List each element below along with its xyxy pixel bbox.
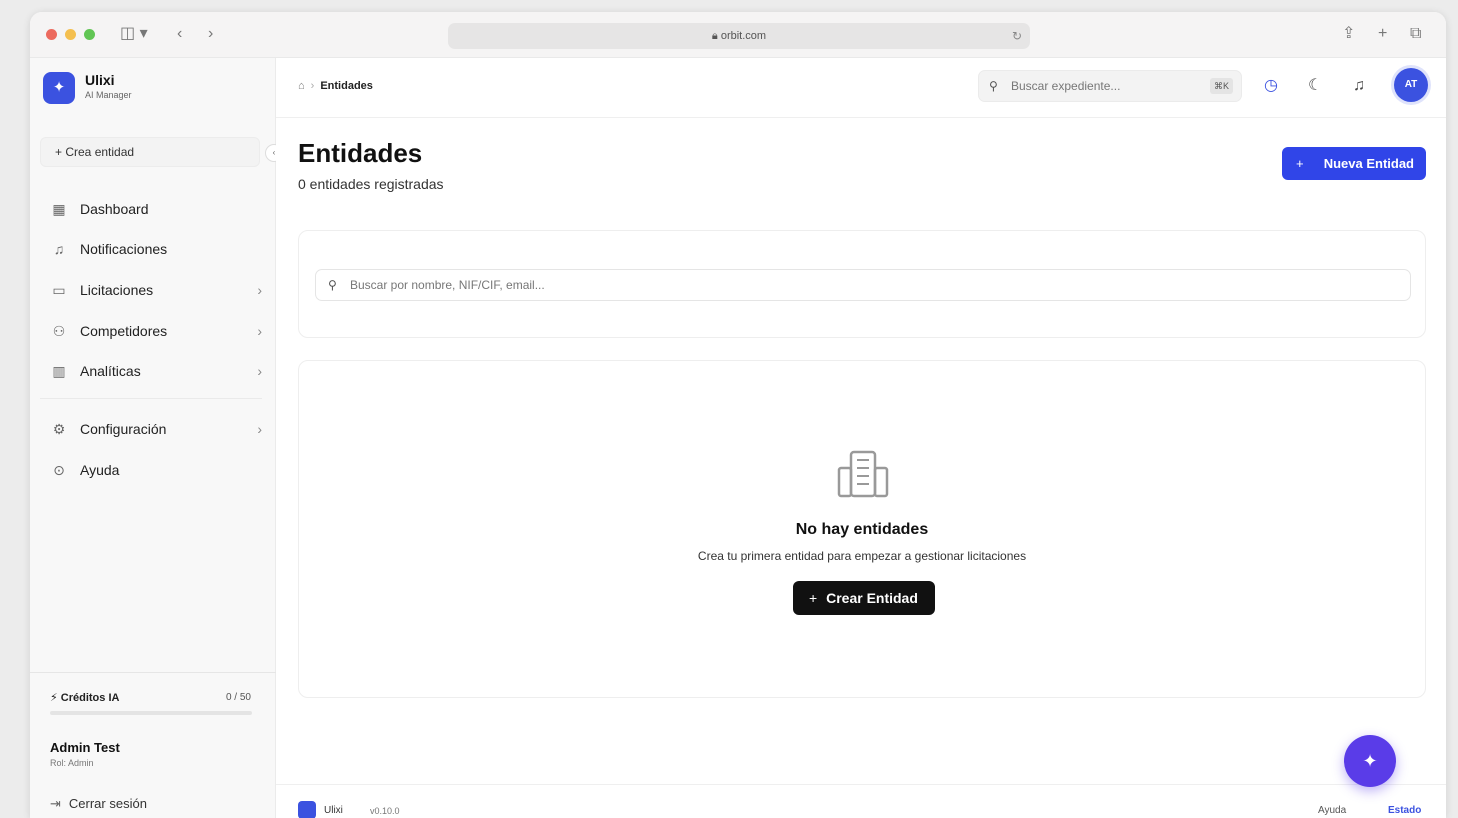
- chevron-right-icon: ›: [257, 363, 262, 379]
- minimize-window-button[interactable]: [65, 29, 76, 40]
- search-placeholder: Buscar expediente...: [1011, 79, 1121, 93]
- brand-subtitle: AI Manager: [85, 90, 132, 100]
- chart-icon: ▥: [52, 363, 66, 379]
- user-role: Rol: Admin: [50, 758, 94, 768]
- chevron-right-icon: ›: [257, 421, 262, 437]
- empty-state-description: Crea tu primera entidad para empezar a g…: [697, 549, 1027, 563]
- bell-icon: ♫: [53, 241, 65, 257]
- empty-state-title: No hay entidades: [795, 521, 929, 538]
- main-content: ⌂ › Entidades ⚲ Buscar expediente... ⌘K ◷ …: [276, 58, 1446, 818]
- plus-icon: +: [1296, 156, 1304, 171]
- topbar: ⌂ › Entidades ⚲ Buscar expediente... ⌘K ◷ …: [276, 58, 1446, 118]
- create-entity-cta-label: Crear Entidad: [826, 590, 918, 606]
- breadcrumb-separator: ›: [310, 80, 315, 92]
- forward-icon[interactable]: ›: [208, 24, 213, 44]
- sidebar-item-ayuda[interactable]: ⊙ Ayuda: [40, 454, 262, 486]
- sidebar-item-label: Analíticas: [80, 363, 141, 379]
- search-shortcut-badge: ⌘K: [1209, 78, 1233, 94]
- footer-logo: [298, 801, 316, 818]
- ai-assistant-button[interactable]: ✦: [1344, 735, 1396, 787]
- credits-label: ⚡ Créditos IA: [50, 691, 119, 704]
- search-icon: ⚲: [328, 278, 337, 292]
- tabs-overview-icon[interactable]: ⧉: [1410, 24, 1421, 44]
- users-icon: ⚇: [52, 323, 66, 339]
- chevron-right-icon: ›: [257, 282, 262, 298]
- logout-label: Cerrar sesión: [68, 796, 147, 811]
- create-entity-cta-button[interactable]: + Crear Entidad: [793, 581, 935, 615]
- briefcase-icon: ▭: [52, 282, 66, 298]
- sidebar-item-label: Configuración: [80, 421, 167, 437]
- url-text: orbit.com: [720, 30, 767, 42]
- sparkle-icon: ⚡: [50, 692, 61, 704]
- sidebar-bottom-divider: [30, 672, 276, 673]
- search-icon: ⚲: [989, 79, 998, 93]
- help-icon: ⊙: [53, 462, 65, 478]
- breadcrumb: ⌂ › Entidades: [298, 80, 373, 92]
- sidebar-item-label: Ayuda: [80, 462, 120, 478]
- footer-help-link[interactable]: Ayuda: [1318, 805, 1346, 816]
- share-icon[interactable]: ⇪: [1342, 24, 1355, 44]
- credits-progress-bar: [50, 711, 252, 715]
- maximize-window-button[interactable]: [84, 29, 95, 40]
- entity-search-input[interactable]: ⚲ Buscar por nombre, NIF/CIF, email...: [315, 269, 1411, 301]
- footer-version: v0.10.0: [370, 806, 400, 816]
- create-entity-label: Crea entidad: [65, 145, 135, 159]
- chevron-right-icon: ›: [257, 323, 262, 339]
- credits-label-text: Créditos IA: [60, 692, 120, 704]
- logout-icon: ⇥: [50, 796, 61, 811]
- sparkle-icon: ✦: [1362, 751, 1378, 771]
- sidebar: ✦ Ulixi AI Manager + Crea entidad ‹ ▦ Da…: [30, 58, 283, 818]
- new-tab-icon[interactable]: +: [1378, 24, 1387, 44]
- brand-name: Ulixi: [85, 72, 115, 88]
- create-entity-button[interactable]: + Crea entidad: [40, 137, 260, 167]
- sidebar-item-label: Licitaciones: [80, 282, 154, 298]
- sidebar-toggle-icon[interactable]: ◫ ▾: [120, 24, 148, 44]
- sidebar-item-licitaciones[interactable]: ▭ Licitaciones ›: [40, 274, 262, 306]
- brand-logo[interactable]: ✦: [43, 72, 75, 104]
- avatar[interactable]: AT: [1394, 68, 1428, 102]
- entity-search-placeholder: Buscar por nombre, NIF/CIF, email...: [350, 278, 545, 292]
- address-bar[interactable]: 🔒︎ orbit.com ↻: [448, 23, 1030, 49]
- browser-titlebar: ◫ ▾ ‹ › 🔒︎ orbit.com ↻ ⇪ + ⧉: [30, 12, 1446, 58]
- plus-icon: +: [55, 145, 66, 159]
- home-icon[interactable]: ⌂: [298, 80, 305, 92]
- bell-icon[interactable]: ♫: [1353, 77, 1365, 95]
- close-window-button[interactable]: [46, 29, 57, 40]
- sidebar-item-label: Competidores: [80, 323, 168, 339]
- filter-card: ⚲ Buscar por nombre, NIF/CIF, email...: [298, 230, 1426, 338]
- building-icon: [837, 450, 889, 498]
- footer-app-name: Ulixi: [324, 805, 343, 816]
- footer: Ulixi v0.10.0 Ayuda Estado: [276, 784, 1446, 818]
- sidebar-item-notificaciones[interactable]: ♫ Notificaciones: [40, 233, 262, 265]
- back-icon[interactable]: ‹: [177, 24, 182, 44]
- sidebar-item-label: Dashboard: [80, 201, 149, 217]
- page-subtitle: 0 entidades registradas: [298, 176, 444, 192]
- empty-state-card: No hay entidades Crea tu primera entidad…: [298, 360, 1426, 698]
- sidebar-item-analiticas[interactable]: ▥ Analíticas ›: [40, 355, 262, 387]
- theme-toggle-icon[interactable]: ☾: [1308, 77, 1322, 95]
- gear-icon: ⚙: [52, 421, 66, 437]
- browser-window: ◫ ▾ ‹ › 🔒︎ orbit.com ↻ ⇪ + ⧉ ✦ Ulixi AI …: [30, 12, 1446, 818]
- logout-button[interactable]: ⇥ Cerrar sesión: [50, 796, 147, 812]
- sidebar-item-label: Notificaciones: [80, 241, 168, 257]
- new-entity-button[interactable]: + Nueva Entidad: [1282, 147, 1426, 180]
- sidebar-item-configuracion[interactable]: ⚙ Configuración ›: [40, 413, 262, 445]
- sidebar-item-competidores[interactable]: ⚇ Competidores ›: [40, 315, 262, 347]
- grid-icon: ▦: [52, 201, 66, 217]
- global-search-input[interactable]: ⚲ Buscar expediente... ⌘K: [978, 70, 1242, 102]
- reload-icon[interactable]: ↻: [1012, 23, 1022, 49]
- clock-icon[interactable]: ◷: [1264, 77, 1278, 95]
- footer-status-link[interactable]: Estado: [1388, 805, 1421, 816]
- lock-icon: 🔒︎: [711, 30, 721, 42]
- new-entity-label: Nueva Entidad: [1323, 156, 1414, 171]
- user-name: Admin Test: [50, 740, 120, 755]
- plus-icon: +: [809, 590, 818, 606]
- credits-value: 0 / 50: [225, 692, 251, 703]
- breadcrumb-current: Entidades: [320, 80, 373, 92]
- sidebar-item-dashboard[interactable]: ▦ Dashboard: [40, 193, 262, 225]
- page-title: Entidades: [298, 138, 423, 168]
- nav-divider: [40, 398, 262, 399]
